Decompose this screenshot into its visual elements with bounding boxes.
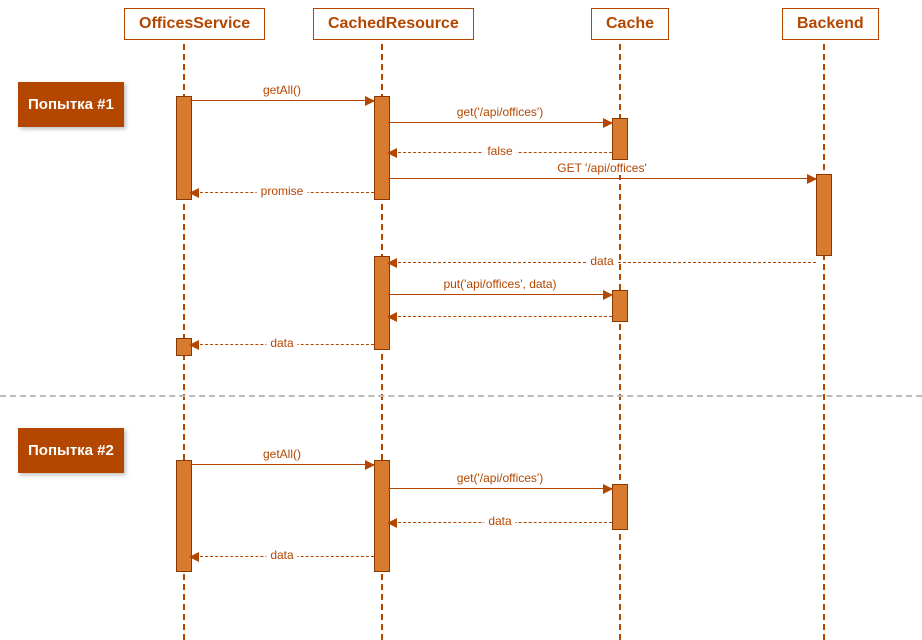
msg-data-from-cache-a2-label: data	[484, 514, 515, 528]
msg-false-a1-label: false	[483, 144, 516, 158]
msg-data-from-backend-a1: data	[388, 262, 816, 263]
activation-cache-a1-get	[612, 118, 628, 160]
msg-get-api-a2: get('/api/offices')	[388, 488, 612, 489]
section-divider	[0, 395, 922, 397]
msg-data-to-offices-a2-label: data	[266, 548, 297, 562]
participant-backend: Backend	[782, 8, 879, 40]
msg-data-to-offices-a1: data	[190, 344, 374, 345]
activation-backend-a1	[816, 174, 832, 256]
msg-get-api-a1-label: get('/api/offices')	[453, 105, 547, 119]
msg-promise-a1: promise	[190, 192, 374, 193]
msg-put-return-a1	[388, 316, 612, 317]
participant-offices-service: OfficesService	[124, 8, 265, 40]
msg-getall-a1: getAll()	[190, 100, 374, 101]
activation-cached-a1-bottom	[374, 256, 390, 350]
msg-data-to-offices-a1-label: data	[266, 336, 297, 350]
msg-getall-a2-label: getAll()	[259, 447, 305, 461]
msg-data-from-backend-a1-label: data	[586, 254, 617, 268]
participant-cache: Cache	[591, 8, 669, 40]
msg-http-get-a1: GET '/api/offices'	[388, 178, 816, 179]
msg-get-api-a2-label: get('/api/offices')	[453, 471, 547, 485]
msg-getall-a2: getAll()	[190, 464, 374, 465]
msg-get-api-a1: get('/api/offices')	[388, 122, 612, 123]
msg-put-api-a1-label: put('api/offices', data)	[439, 277, 560, 291]
activation-cached-a2	[374, 460, 390, 572]
activation-offices-a1	[176, 96, 192, 200]
msg-http-get-a1-label: GET '/api/offices'	[553, 161, 651, 175]
activation-cache-a1-put	[612, 290, 628, 322]
msg-put-api-a1: put('api/offices', data)	[388, 294, 612, 295]
msg-false-a1: false	[388, 152, 612, 153]
lifeline-backend	[823, 44, 825, 640]
msg-promise-a1-label: promise	[257, 184, 308, 198]
msg-getall-a1-label: getAll()	[259, 83, 305, 97]
msg-data-to-offices-a2: data	[190, 556, 374, 557]
activation-cache-a2	[612, 484, 628, 530]
msg-data-from-cache-a2: data	[388, 522, 612, 523]
attempt-2-badge: Попытка #2	[18, 428, 124, 473]
attempt-1-badge: Попытка #1	[18, 82, 124, 127]
participant-cached-resource: CachedResource	[313, 8, 474, 40]
